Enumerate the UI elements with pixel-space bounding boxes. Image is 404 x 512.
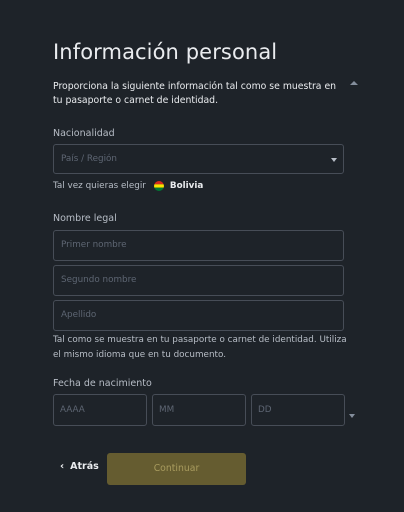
- chevron-down-icon[interactable]: [349, 414, 355, 418]
- nationality-label: Nacionalidad: [53, 128, 115, 139]
- middle-name-placeholder: Segundo nombre: [61, 275, 137, 285]
- first-name-placeholder: Primer nombre: [61, 240, 127, 250]
- back-button[interactable]: ‹ Atrás: [60, 461, 99, 472]
- birth-year-placeholder: AAAA: [60, 405, 85, 415]
- personal-info-page: Información personal Proporciona la sigu…: [0, 0, 404, 512]
- birth-year-input[interactable]: AAAA: [53, 394, 147, 426]
- suggestion-text: Tal vez quieras elegir: [53, 181, 146, 191]
- chevron-down-icon: [331, 158, 337, 162]
- bolivia-flag-icon[interactable]: [153, 181, 164, 191]
- continue-button[interactable]: Continuar: [107, 453, 246, 485]
- birth-date-label: Fecha de nacimiento: [53, 378, 152, 389]
- suggested-country-link[interactable]: Bolivia: [170, 181, 203, 191]
- nationality-placeholder: País / Región: [61, 154, 117, 164]
- birth-day-input[interactable]: DD: [251, 394, 345, 426]
- birth-month-input[interactable]: MM: [152, 394, 246, 426]
- legal-name-hint: Tal como se muestra en tu pasaporte o ca…: [53, 335, 347, 360]
- chevron-up-icon[interactable]: [349, 79, 359, 87]
- middle-name-input[interactable]: Segundo nombre: [53, 265, 344, 296]
- last-name-placeholder: Apellido: [61, 310, 97, 320]
- page-subtitle: Proporciona la siguiente información tal…: [53, 81, 337, 106]
- first-name-input[interactable]: Primer nombre: [53, 230, 344, 261]
- chevron-left-icon: ‹: [60, 461, 65, 472]
- back-label: Atrás: [70, 461, 99, 472]
- nationality-select[interactable]: País / Región: [53, 144, 344, 174]
- nationality-suggestion: Tal vez quieras elegir Bolivia: [53, 181, 203, 191]
- legal-name-label: Nombre legal: [53, 213, 117, 224]
- page-title: Información personal: [53, 40, 278, 64]
- birth-day-placeholder: DD: [258, 405, 272, 415]
- birth-month-placeholder: MM: [159, 405, 175, 415]
- last-name-input[interactable]: Apellido: [53, 300, 344, 331]
